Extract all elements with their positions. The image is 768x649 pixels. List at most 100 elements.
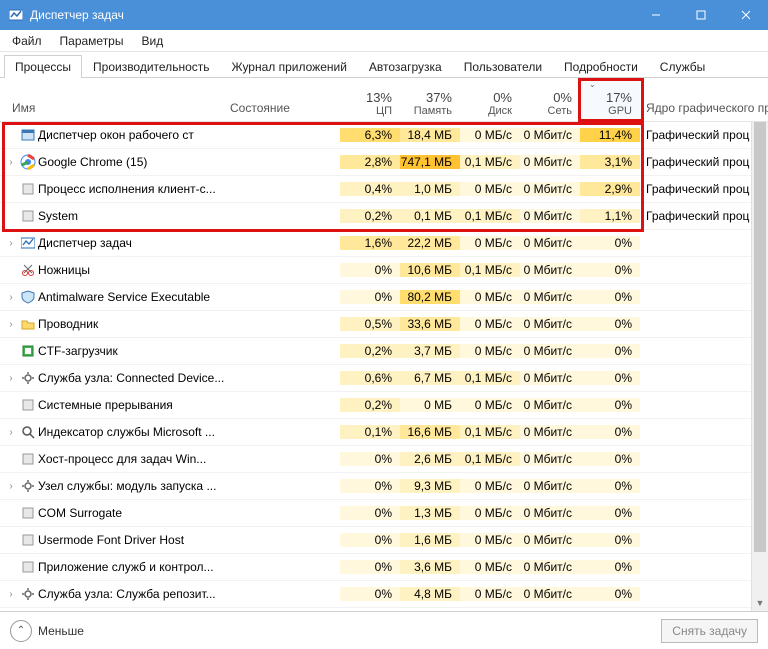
cell-cpu: 0% [340, 452, 400, 466]
tab-apphistory[interactable]: Журнал приложений [221, 55, 358, 78]
menu-view[interactable]: Вид [133, 32, 171, 50]
scrollbar-thumb[interactable] [754, 122, 766, 552]
cell-memory: 4,8 МБ [400, 587, 460, 601]
cell-memory: 6,7 МБ [400, 371, 460, 385]
table-row[interactable]: ›Диспетчер задач1,6%22,2 МБ0 МБ/с0 Мбит/… [0, 230, 768, 257]
table-row[interactable]: COM Surrogate0%1,3 МБ0 МБ/с0 Мбит/с0% [0, 500, 768, 527]
cell-gpu: 0% [580, 344, 640, 358]
cell-network: 0 Мбит/с [520, 263, 580, 277]
expand-icon[interactable]: › [0, 238, 18, 249]
cell-disk: 0 МБ/с [460, 560, 520, 574]
process-icon [18, 128, 38, 142]
expand-icon[interactable]: › [0, 292, 18, 303]
tab-services[interactable]: Службы [649, 55, 716, 78]
table-row[interactable]: ›Проводник0,5%33,6 МБ0 МБ/с0 Мбит/с0% [0, 311, 768, 338]
process-icon [18, 236, 38, 250]
tab-startup[interactable]: Автозагрузка [358, 55, 453, 78]
col-status[interactable]: Состояние [230, 78, 340, 121]
process-name: System [38, 209, 230, 223]
process-name: Индексатор службы Microsoft ... [38, 425, 230, 439]
process-name: Служба узла: Служба репозит... [38, 587, 230, 601]
col-disk[interactable]: 0%Диск [460, 78, 520, 121]
process-name: Диспетчер окон рабочего ст [38, 128, 230, 142]
table-row[interactable]: Ножницы0%10,6 МБ0,1 МБ/с0 Мбит/с0% [0, 257, 768, 284]
titlebar[interactable]: Диспетчер задач [0, 0, 768, 30]
process-name: Служба узла: Connected Device... [38, 371, 230, 385]
column-headers: Имя Состояние 13%ЦП 37%Память 0%Диск 0%С… [0, 78, 768, 122]
window-title: Диспетчер задач [30, 8, 633, 22]
cell-gpu-engine: Графический проц [640, 182, 768, 196]
cell-gpu-engine: Графический проц [640, 155, 768, 169]
cell-network: 0 Мбит/с [520, 587, 580, 601]
col-gpu-engine[interactable]: Ядро графического пр [640, 78, 768, 121]
close-button[interactable] [723, 0, 768, 30]
cell-cpu: 0% [340, 479, 400, 493]
tab-performance[interactable]: Производительность [82, 55, 220, 78]
table-row[interactable]: Диспетчер окон рабочего ст6,3%18,4 МБ0 М… [0, 122, 768, 149]
col-network[interactable]: 0%Сеть [520, 78, 580, 121]
table-row[interactable]: ›Узел службы: модуль запуска ...0%9,3 МБ… [0, 473, 768, 500]
tab-users[interactable]: Пользователи [453, 55, 553, 78]
cell-memory: 747,1 МБ [400, 155, 460, 169]
table-row[interactable]: ›Служба узла: Служба репозит...0%4,8 МБ0… [0, 581, 768, 608]
cell-disk: 0 МБ/с [460, 398, 520, 412]
tab-processes[interactable]: Процессы [4, 55, 82, 78]
cell-memory: 80,2 МБ [400, 290, 460, 304]
process-name: Системные прерывания [38, 398, 230, 412]
process-icon [18, 344, 38, 358]
cell-memory: 0,1 МБ [400, 209, 460, 223]
table-row[interactable]: Приложение служб и контрол...0%3,6 МБ0 М… [0, 554, 768, 581]
cell-disk: 0 МБ/с [460, 128, 520, 142]
vertical-scrollbar[interactable]: ▼ [751, 122, 768, 611]
scrollbar-down-icon[interactable]: ▼ [752, 594, 768, 611]
maximize-button[interactable] [678, 0, 723, 30]
table-row[interactable]: System0,2%0,1 МБ0,1 МБ/с0 Мбит/с1,1%Граф… [0, 203, 768, 230]
menu-options[interactable]: Параметры [52, 32, 132, 50]
cell-gpu: 11,4% [580, 128, 640, 142]
cell-network: 0 Мбит/с [520, 371, 580, 385]
cell-disk: 0,1 МБ/с [460, 155, 520, 169]
cell-memory: 0 МБ [400, 398, 460, 412]
table-row[interactable]: ›Индексатор службы Microsoft ...0,1%16,6… [0, 419, 768, 446]
table-row[interactable]: ›Google Chrome (15)2,8%747,1 МБ0,1 МБ/с0… [0, 149, 768, 176]
cell-network: 0 Мбит/с [520, 209, 580, 223]
table-row[interactable]: ›Antimalware Service Executable0%80,2 МБ… [0, 284, 768, 311]
cell-network: 0 Мбит/с [520, 290, 580, 304]
col-cpu[interactable]: 13%ЦП [340, 78, 400, 121]
process-icon [18, 290, 38, 304]
expand-icon[interactable]: › [0, 427, 18, 438]
minimize-button[interactable] [633, 0, 678, 30]
process-icon [18, 452, 38, 466]
expand-icon[interactable]: › [0, 157, 18, 168]
cell-gpu: 0% [580, 236, 640, 250]
cell-memory: 3,7 МБ [400, 344, 460, 358]
expand-icon[interactable]: › [0, 589, 18, 600]
tab-details[interactable]: Подробности [553, 55, 649, 78]
menu-file[interactable]: Файл [4, 32, 50, 50]
cell-cpu: 0% [340, 533, 400, 547]
cell-memory: 1,6 МБ [400, 533, 460, 547]
col-name[interactable]: Имя [0, 78, 230, 121]
expand-icon[interactable]: › [0, 373, 18, 384]
table-row[interactable]: ›Служба узла: Connected Device...0,6%6,7… [0, 365, 768, 392]
table-row[interactable]: CTF-загрузчик0,2%3,7 МБ0 МБ/с0 Мбит/с0% [0, 338, 768, 365]
table-row[interactable]: Процесс исполнения клиент-с...0,4%1,0 МБ… [0, 176, 768, 203]
process-name: Google Chrome (15) [38, 155, 230, 169]
cell-network: 0 Мбит/с [520, 128, 580, 142]
cell-network: 0 Мбит/с [520, 317, 580, 331]
expand-icon[interactable]: › [0, 319, 18, 330]
process-icon [18, 587, 38, 601]
table-row[interactable]: Системные прерывания0,2%0 МБ0 МБ/с0 Мбит… [0, 392, 768, 419]
process-name: Usermode Font Driver Host [38, 533, 230, 547]
table-row[interactable]: Хост-процесс для задач Win...0%2,6 МБ0,1… [0, 446, 768, 473]
fewer-details-button[interactable]: ⌃ Меньше [10, 620, 84, 642]
process-icon [18, 209, 38, 223]
menubar: Файл Параметры Вид [0, 30, 768, 52]
expand-icon[interactable]: › [0, 481, 18, 492]
cell-disk: 0 МБ/с [460, 290, 520, 304]
col-gpu[interactable]: ⌄17%GPU [580, 78, 640, 121]
cell-cpu: 0,1% [340, 425, 400, 439]
end-task-button[interactable]: Снять задачу [661, 619, 758, 643]
col-memory[interactable]: 37%Память [400, 78, 460, 121]
table-row[interactable]: Usermode Font Driver Host0%1,6 МБ0 МБ/с0… [0, 527, 768, 554]
